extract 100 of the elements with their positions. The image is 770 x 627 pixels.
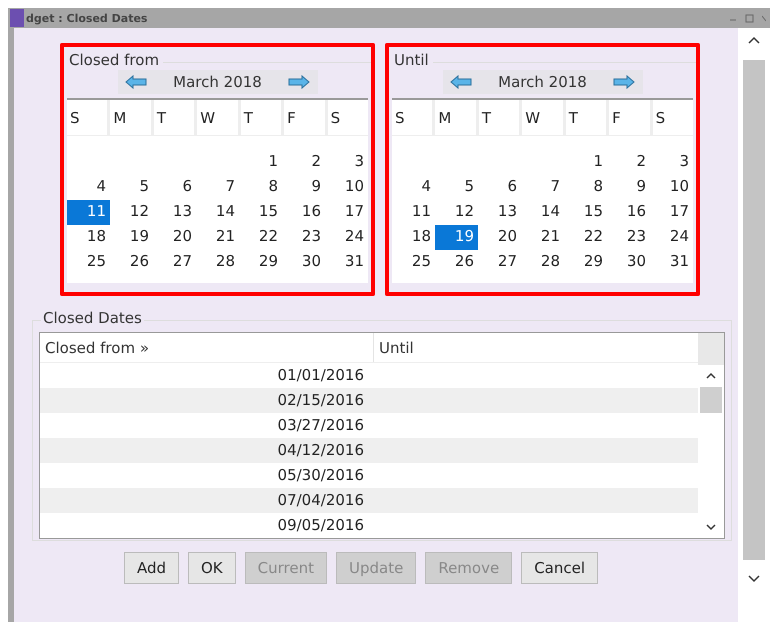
day-cell[interactable]: 7 bbox=[521, 175, 564, 200]
column-header[interactable]: Closed from » bbox=[40, 333, 374, 362]
day-cell[interactable]: 22 bbox=[564, 225, 607, 250]
month-label: March 2018 bbox=[498, 73, 587, 91]
day-cell[interactable]: 23 bbox=[282, 225, 325, 250]
day-cell[interactable]: 24 bbox=[650, 225, 693, 250]
day-cell[interactable]: 16 bbox=[607, 200, 650, 225]
day-cell[interactable]: 11 bbox=[67, 200, 110, 225]
day-cell[interactable]: 28 bbox=[196, 250, 239, 275]
day-cell[interactable]: 4 bbox=[392, 175, 435, 200]
day-cell[interactable]: 12 bbox=[110, 200, 153, 225]
day-cell[interactable]: 25 bbox=[67, 250, 110, 275]
day-cell[interactable]: 30 bbox=[282, 250, 325, 275]
day-cell[interactable]: 20 bbox=[153, 225, 196, 250]
day-cell[interactable]: 21 bbox=[521, 225, 564, 250]
weekday-header: S bbox=[328, 100, 368, 135]
day-cell[interactable]: 14 bbox=[521, 200, 564, 225]
day-cell[interactable]: 21 bbox=[196, 225, 239, 250]
day-cell[interactable]: 3 bbox=[650, 150, 693, 175]
calendar-label: Closed from bbox=[69, 51, 160, 69]
table-cell-text: 07/04/2016 bbox=[276, 490, 365, 511]
day-cell[interactable]: 2 bbox=[282, 150, 325, 175]
day-cell[interactable]: 7 bbox=[196, 175, 239, 200]
day-cell[interactable]: 30 bbox=[607, 250, 650, 275]
day-cell[interactable]: 27 bbox=[478, 250, 521, 275]
right-arrow-icon[interactable] bbox=[612, 74, 636, 90]
table-cell-text: 03/27/2016 bbox=[276, 415, 365, 436]
day-cell[interactable]: 15 bbox=[564, 200, 607, 225]
day-cell[interactable]: 13 bbox=[478, 200, 521, 225]
calendar-label: Until bbox=[394, 51, 429, 69]
day-cell[interactable]: 9 bbox=[282, 175, 325, 200]
day-cell[interactable]: 26 bbox=[435, 250, 478, 275]
day-cell[interactable]: 19 bbox=[435, 225, 478, 250]
column-header[interactable]: Until bbox=[374, 333, 698, 362]
day-cell[interactable]: 10 bbox=[650, 175, 693, 200]
weekday-header: F bbox=[609, 100, 650, 135]
day-cell[interactable]: 12 bbox=[435, 200, 478, 225]
day-cell[interactable]: 17 bbox=[325, 200, 368, 225]
day-cell[interactable]: 3 bbox=[325, 150, 368, 175]
day-cell[interactable]: 10 bbox=[325, 175, 368, 200]
day-cell[interactable]: 29 bbox=[564, 250, 607, 275]
day-cell[interactable]: 9 bbox=[607, 175, 650, 200]
window-title: dget : Closed Dates bbox=[26, 12, 148, 24]
day-cell[interactable]: 26 bbox=[110, 250, 153, 275]
app-icon bbox=[10, 9, 24, 27]
weekday-header: S bbox=[652, 100, 693, 135]
weekday-header: S bbox=[67, 100, 108, 135]
scrollbar[interactable] bbox=[738, 28, 770, 622]
day-cell[interactable]: 1 bbox=[564, 150, 607, 175]
day-cell[interactable]: 17 bbox=[650, 200, 693, 225]
day-cell[interactable]: 25 bbox=[392, 250, 435, 275]
day-cell[interactable]: 13 bbox=[153, 200, 196, 225]
day-cell[interactable]: 15 bbox=[239, 200, 282, 225]
day-cell[interactable]: 2 bbox=[607, 150, 650, 175]
weekday-header: T bbox=[154, 100, 194, 135]
weekday-header: T bbox=[566, 100, 606, 135]
table-cell-text: 05/30/2016 bbox=[276, 465, 365, 486]
scroll-thumb[interactable] bbox=[743, 60, 765, 560]
day-cell[interactable]: 5 bbox=[110, 175, 153, 200]
dialog-button[interactable]: Cancel bbox=[521, 552, 598, 584]
right-arrow-icon[interactable] bbox=[287, 74, 312, 90]
scroll-thumb[interactable] bbox=[700, 387, 722, 413]
day-cell[interactable]: 1 bbox=[239, 150, 282, 175]
weekday-header: T bbox=[478, 100, 520, 135]
day-cell[interactable]: 18 bbox=[67, 225, 110, 250]
day-cell[interactable]: 6 bbox=[478, 175, 521, 200]
day-cell[interactable]: 27 bbox=[153, 250, 196, 275]
dialog-button[interactable]: Add bbox=[124, 552, 179, 584]
day-cell[interactable]: 6 bbox=[153, 175, 196, 200]
left-arrow-icon[interactable] bbox=[124, 74, 148, 90]
weekday-header: M bbox=[435, 100, 476, 135]
day-cell[interactable]: 28 bbox=[521, 250, 564, 275]
table-cell-text: 09/05/2016 bbox=[276, 515, 365, 536]
month-label: March 2018 bbox=[173, 73, 262, 91]
day-cell[interactable]: 31 bbox=[325, 250, 368, 275]
day-cell[interactable]: 18 bbox=[392, 225, 435, 250]
day-cell[interactable]: 29 bbox=[239, 250, 282, 275]
day-cell[interactable]: 11 bbox=[392, 200, 435, 225]
left-arrow-icon[interactable] bbox=[448, 74, 472, 90]
weekday-header: T bbox=[240, 100, 282, 135]
day-cell[interactable]: 5 bbox=[435, 175, 478, 200]
day-cell[interactable]: 4 bbox=[67, 175, 110, 200]
day-cell[interactable]: 8 bbox=[564, 175, 607, 200]
weekday-header: W bbox=[522, 100, 563, 135]
table-cell-text: 02/15/2016 bbox=[276, 390, 365, 411]
day-cell[interactable]: 16 bbox=[282, 200, 325, 225]
day-cell[interactable]: 20 bbox=[478, 225, 521, 250]
day-cell[interactable]: 23 bbox=[607, 225, 650, 250]
table-cell-text: 04/12/2016 bbox=[276, 440, 365, 461]
day-cell[interactable]: 22 bbox=[239, 225, 282, 250]
day-cell[interactable]: 8 bbox=[239, 175, 282, 200]
day-cell[interactable]: 19 bbox=[110, 225, 153, 250]
day-cell[interactable]: 31 bbox=[650, 250, 693, 275]
maximize-icon[interactable] bbox=[745, 14, 754, 22]
day-cell[interactable]: 24 bbox=[325, 225, 368, 250]
weekday-header: M bbox=[110, 100, 151, 135]
table-cell-text: 01/01/2016 bbox=[276, 365, 365, 386]
dialog-button[interactable]: OK bbox=[188, 552, 236, 584]
day-cell[interactable]: 14 bbox=[196, 200, 239, 225]
close-icon[interactable] bbox=[762, 14, 766, 22]
